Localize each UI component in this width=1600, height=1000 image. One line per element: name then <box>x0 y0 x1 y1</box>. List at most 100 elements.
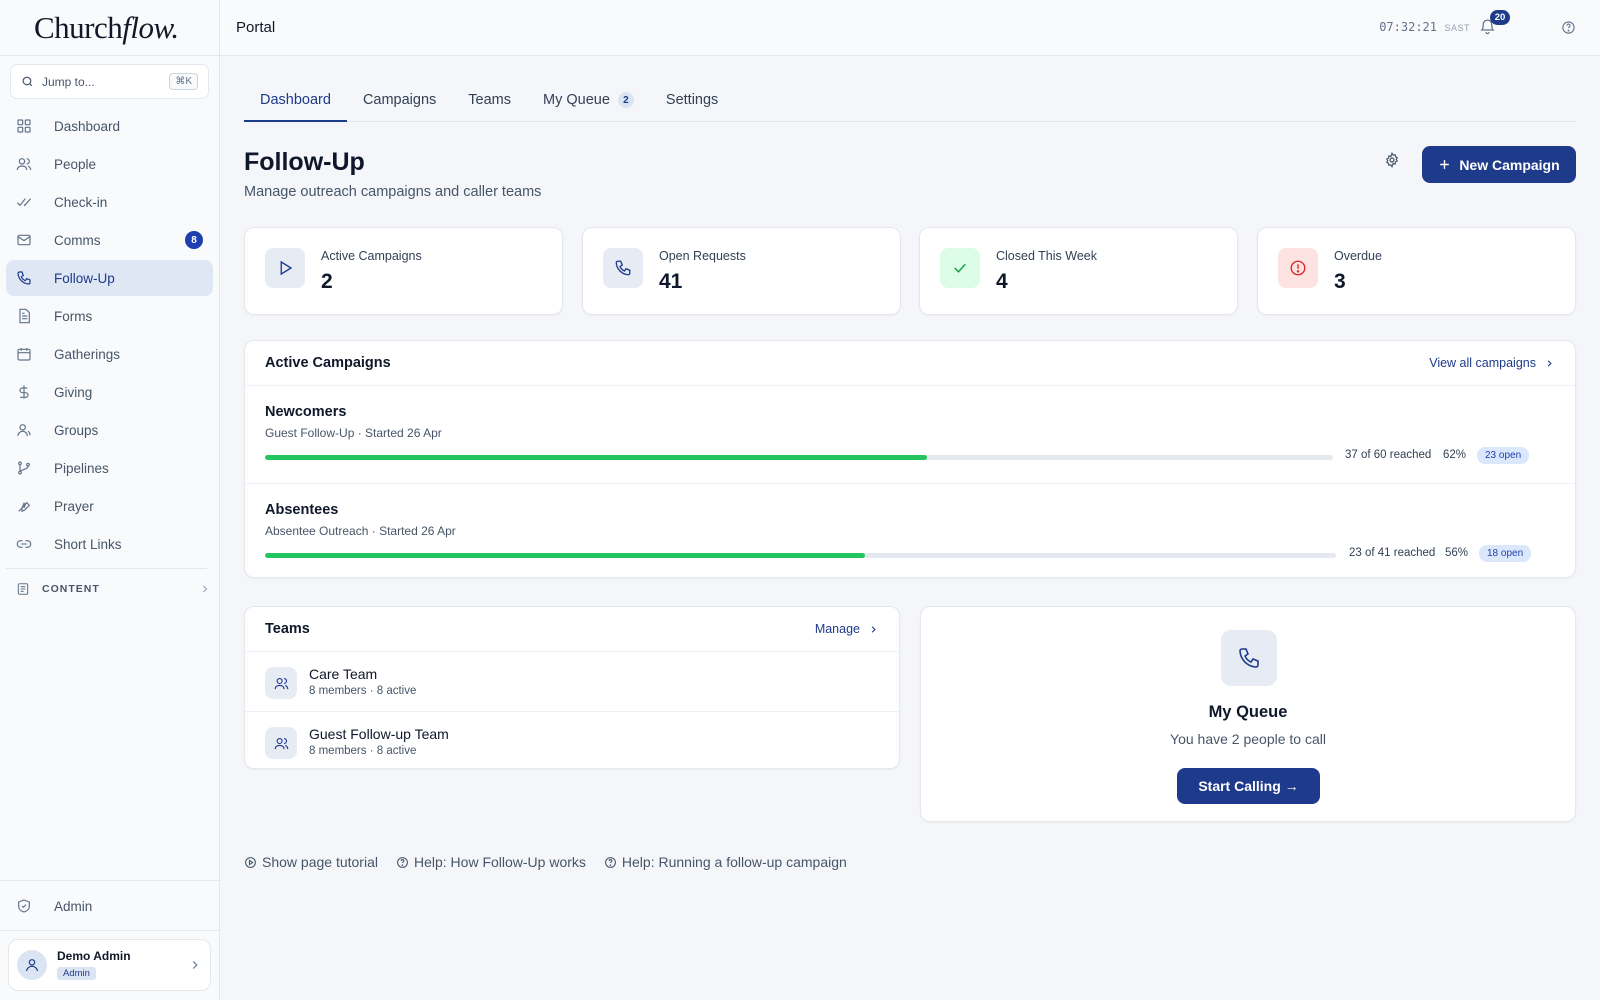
dollar-icon <box>16 384 32 400</box>
sidebar-item-label: Pipelines <box>54 460 109 476</box>
campaign-name: Absentees <box>265 502 339 518</box>
chevron-right-icon <box>188 958 202 972</box>
timezone: SAST <box>1444 23 1470 33</box>
stat-value: 2 <box>321 270 333 293</box>
calendar-icon <box>16 346 32 362</box>
campaign-percent: 62% <box>1443 449 1467 461</box>
sidebar-item-label: Giving <box>54 384 93 400</box>
queue-title: My Queue <box>1208 703 1288 721</box>
sidebar-item-gatherings[interactable]: Gatherings <box>6 336 213 372</box>
tab-label: Dashboard <box>260 92 331 108</box>
stat-value: 4 <box>996 270 1008 293</box>
campaign-open-badge: 23 open <box>1477 447 1530 464</box>
help-link-label: Help: How Follow-Up works <box>413 854 586 870</box>
team-meta: 8 members · 8 active <box>309 745 417 757</box>
stat-icon-box <box>1278 248 1318 288</box>
campaign-progress-fill <box>265 455 928 460</box>
stat-card-closed-this-week[interactable]: Closed This Week 4 <box>919 227 1238 315</box>
help-how-follow-up-works-link[interactable]: Help: How Follow-Up works <box>396 854 586 870</box>
plus-icon <box>1438 158 1451 171</box>
tab-dashboard[interactable]: Dashboard <box>244 86 347 122</box>
stat-label: Active Campaigns <box>321 249 422 263</box>
tab-label: My Queue <box>543 92 610 108</box>
sidebar-item-groups[interactable]: Groups <box>6 412 213 448</box>
help-icon[interactable] <box>1561 20 1576 35</box>
jump-to-placeholder: Jump to... <box>42 74 95 89</box>
jump-to-search[interactable]: Jump to... ⌘K <box>10 64 209 99</box>
group-icon <box>16 422 32 438</box>
stat-card-open-requests[interactable]: Open Requests 41 <box>582 227 901 315</box>
sidebar-item-giving[interactable]: Giving <box>6 374 213 410</box>
tab-label: Settings <box>665 92 719 108</box>
chevron-right-icon <box>199 583 211 595</box>
start-calling-button[interactable]: Start Calling → <box>1177 768 1320 804</box>
sidebar-item-people[interactable]: People <box>6 146 213 182</box>
user-profile-card[interactable]: Demo Admin Admin <box>8 939 211 991</box>
queue-subtitle: You have 2 people to call <box>1170 731 1326 747</box>
tab-teams[interactable]: Teams <box>452 86 527 122</box>
campaign-row[interactable]: Absentees Absentee Outreach · Started 26… <box>245 483 1575 579</box>
campaign-percent: 56% <box>1445 547 1469 559</box>
play-icon <box>276 259 294 277</box>
show-tutorial-link[interactable]: Show page tutorial <box>244 854 378 870</box>
users-icon <box>16 156 32 172</box>
campaign-meta: Guest Follow-Up · Started 26 Apr <box>265 426 442 440</box>
user-icon <box>26 959 38 972</box>
gear-icon[interactable] <box>1384 152 1400 168</box>
tab-bar: Dashboard Campaigns Teams My Queue 2 Sett… <box>244 86 1576 122</box>
topbar: Portal 07:32:21 SAST 20 <box>220 0 1600 56</box>
tab-my-queue[interactable]: My Queue 2 <box>527 86 650 122</box>
manage-teams-link[interactable]: Manage <box>815 622 879 636</box>
team-name: Guest Follow-up Team <box>309 726 449 742</box>
stat-value: 3 <box>1334 270 1346 293</box>
document-icon <box>16 308 32 324</box>
sidebar-item-check-in[interactable]: Check-in <box>6 184 213 220</box>
sidebar-item-label: Follow-Up <box>54 270 115 286</box>
tab-settings[interactable]: Settings <box>650 86 734 122</box>
sidebar-item-label: Dashboard <box>54 118 121 134</box>
sidebar-item-pipelines[interactable]: Pipelines <box>6 450 213 486</box>
campaign-progress-bar <box>265 455 1333 460</box>
brand-logo[interactable]: Church flow. <box>0 0 219 56</box>
help-running-campaign-link[interactable]: Help: Running a follow-up campaign <box>604 854 847 870</box>
check-icon <box>951 259 969 277</box>
new-campaign-label: New Campaign <box>1459 156 1560 173</box>
view-all-campaigns-link[interactable]: View all campaigns <box>1429 356 1555 370</box>
stat-card-overdue[interactable]: Overdue 3 <box>1257 227 1576 315</box>
campaign-reached: 23 of 41 reached <box>1349 547 1436 559</box>
tab-campaigns[interactable]: Campaigns <box>347 86 452 122</box>
grid-icon <box>16 118 32 134</box>
campaign-progress-bar <box>265 553 1336 558</box>
active-campaigns-card: Active Campaigns View all campaigns Newc… <box>244 340 1576 578</box>
team-row[interactable]: Guest Follow-up Team 8 members · 8 activ… <box>245 711 899 771</box>
sidebar-item-admin[interactable]: Admin <box>6 888 213 924</box>
new-campaign-button[interactable]: New Campaign <box>1422 146 1576 183</box>
sidebar-bottom-divider <box>0 880 220 881</box>
sidebar: Church flow. Jump to... ⌘K Dashboard Peop… <box>0 0 220 1000</box>
stat-card-active-campaigns[interactable]: Active Campaigns 2 <box>244 227 563 315</box>
sidebar-item-label: Admin <box>54 898 93 914</box>
sidebar-item-forms[interactable]: Forms <box>6 298 213 334</box>
help-circle-icon <box>604 856 616 868</box>
user-name: Demo Admin <box>57 949 131 963</box>
sidebar-section-content[interactable]: CONTENT <box>6 578 213 600</box>
sidebar-item-dashboard[interactable]: Dashboard <box>6 108 213 144</box>
campaign-meta: Absentee Outreach · Started 26 Apr <box>265 524 456 538</box>
card-header: Active Campaigns View all campaigns <box>245 341 1575 386</box>
sidebar-item-comms[interactable]: Comms 8 <box>6 222 213 258</box>
stat-label: Open Requests <box>659 249 746 263</box>
sidebar-item-prayer[interactable]: Prayer <box>6 488 213 524</box>
sidebar-nav: Dashboard People Check-in Comms 8 Follow… <box>6 108 213 564</box>
my-queue-card: My Queue You have 2 people to call Start… <box>920 606 1576 822</box>
praying-hands-icon <box>16 498 32 514</box>
team-row[interactable]: Care Team 8 members · 8 active <box>245 652 899 712</box>
play-circle-icon <box>245 856 256 868</box>
sidebar-item-follow-up[interactable]: Follow-Up <box>6 260 213 296</box>
campaign-row[interactable]: Newcomers Guest Follow-Up · Started 26 A… <box>245 386 1575 482</box>
shield-check-icon <box>16 898 32 914</box>
stat-icon-box <box>603 248 643 288</box>
sidebar-item-short-links[interactable]: Short Links <box>6 526 213 562</box>
sidebar-item-label: Check-in <box>54 194 108 210</box>
campaign-progress-fill <box>265 553 865 558</box>
sidebar-user-divider <box>0 930 220 931</box>
